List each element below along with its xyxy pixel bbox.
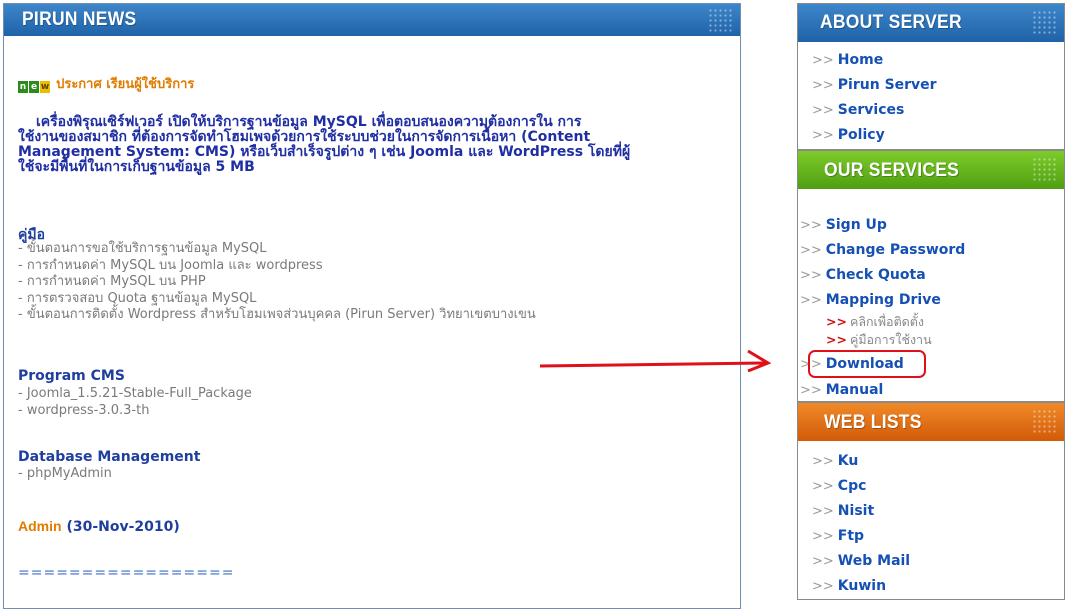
paragraph-line: ใช้จะมีพื้นที่ในการเก็บฐานข้อมูล 5 MB [18, 159, 255, 175]
paragraph-line: เครื่องพิรุณเซิร์ฟเวอร์ เปิดให้บริการฐาน… [36, 114, 582, 130]
manual-list: - ขั้นตอนการขอใช้บริการฐานข้อมูล MySQL -… [18, 241, 536, 324]
about-server-box: ABOUT SERVER >> Home >> Pirun Server >> Ser… [797, 3, 1065, 150]
new-badge-icon: new [18, 81, 50, 93]
header-dots-decoration [708, 8, 734, 32]
nav-web-mail[interactable]: >> Web Mail [812, 553, 910, 569]
nav-manual[interactable]: >> Manual [800, 382, 883, 398]
nav-change-password[interactable]: >> Change Password [800, 242, 965, 258]
nav-nisit[interactable]: >> Nisit [812, 503, 874, 519]
announcement-row: new ประกาศ เรียนผู้ใช้บริการ [18, 73, 194, 94]
news-panel: PIRUN NEWS new ประกาศ เรียนผู้ใช้บริการ … [3, 3, 741, 609]
header-dots-decoration [1032, 157, 1058, 181]
nav-mapping-drive[interactable]: >> Mapping Drive [800, 292, 941, 308]
nav-ftp[interactable]: >> Ftp [812, 528, 864, 544]
header-dots-decoration [1032, 409, 1058, 433]
admin-name: Admin [18, 518, 62, 534]
nav-sign-up[interactable]: >> Sign Up [800, 217, 887, 233]
manual-link[interactable]: - ขั้นตอนการติดตั้ง Wordpress สำหรับโฮมเ… [18, 307, 536, 324]
nav-ku[interactable]: >> Ku [812, 453, 858, 469]
nav-kuwin[interactable]: >> Kuwin [812, 578, 886, 594]
download-highlight-circle [808, 350, 926, 378]
manual-link[interactable]: - การตรวจสอบ Quota ฐานข้อมูล MySQL [18, 291, 536, 308]
red-arrow-annotation [539, 349, 772, 372]
news-body: new ประกาศ เรียนผู้ใช้บริการ เครื่องพิรุ… [4, 36, 740, 608]
cms-link[interactable]: - wordpress-3.0.3-th [18, 403, 252, 420]
web-lists-title: WEB LISTS [824, 412, 922, 433]
our-services-title: OUR SERVICES [824, 160, 960, 181]
news-title: PIRUN NEWS [22, 9, 137, 30]
cms-list: - Joomla_1.5.21-Stable-Full_Package - wo… [18, 386, 252, 419]
db-list: - phpMyAdmin [18, 466, 112, 483]
db-heading: Database Management [18, 449, 201, 465]
paragraph-line: ใช้งานของสมาชิก ที่ต้องการจัดทำโฮมเพจด้ว… [18, 129, 591, 145]
mapping-manual-link[interactable]: >> คู่มือการใช้งาน [826, 330, 932, 350]
manual-link[interactable]: - การกำหนดค่า MySQL บน Joomla และ wordpr… [18, 258, 536, 275]
nav-pirun-server[interactable]: >> Pirun Server [812, 77, 937, 93]
nav-services[interactable]: >> Services [812, 102, 904, 118]
separator-line: ================= [18, 565, 235, 581]
phpmyadmin-link[interactable]: - phpMyAdmin [18, 466, 112, 483]
about-server-title: ABOUT SERVER [820, 12, 962, 33]
manual-link[interactable]: - การกำหนดค่า MySQL บน PHP [18, 274, 536, 291]
news-header: PIRUN NEWS [4, 4, 740, 36]
announcement-title: ประกาศ เรียนผู้ใช้บริการ [56, 77, 195, 92]
admin-date: (30-Nov-2010) [66, 519, 180, 535]
cms-link[interactable]: - Joomla_1.5.21-Stable-Full_Package [18, 386, 252, 403]
our-services-header: OUR SERVICES [798, 151, 1064, 189]
intro-paragraph: เครื่องพิรุณเซิร์ฟเวอร์ เปิดให้บริการฐาน… [18, 115, 630, 175]
manual-link[interactable]: - ขั้นตอนการขอใช้บริการฐานข้อมูล MySQL [18, 241, 536, 258]
about-server-header: ABOUT SERVER [798, 4, 1064, 42]
nav-cpc[interactable]: >> Cpc [812, 478, 866, 494]
admin-signature: Admin (30-Nov-2010) [18, 518, 180, 535]
header-dots-decoration [1032, 10, 1058, 34]
nav-policy[interactable]: >> Policy [812, 127, 885, 143]
mapping-install-link[interactable]: >> คลิกเพื่อติดตั้ง [826, 312, 924, 332]
web-lists-header: WEB LISTS [798, 403, 1064, 441]
paragraph-line: Management System: CMS) หรือเว็บสำเร็จรู… [18, 144, 631, 160]
web-lists-box: WEB LISTS >> Ku >> Cpc >> Nisit >> Ftp >> Web… [797, 402, 1065, 600]
nav-home[interactable]: >> Home [812, 52, 883, 68]
cms-heading: Program CMS [18, 368, 125, 384]
nav-check-quota[interactable]: >> Check Quota [800, 267, 926, 283]
